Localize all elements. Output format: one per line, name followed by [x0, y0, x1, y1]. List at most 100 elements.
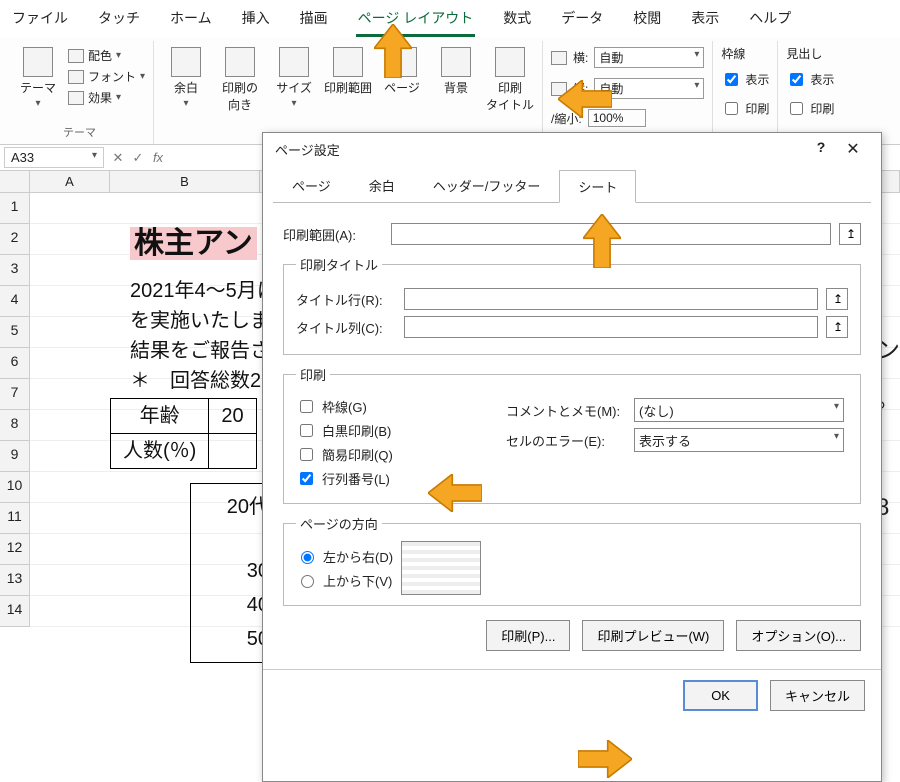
print-preview-button[interactable]: 印刷プレビュー(W): [582, 620, 724, 651]
annotation-arrow-icon: [428, 474, 482, 512]
row-header[interactable]: 12: [0, 534, 30, 565]
ok-button[interactable]: OK: [683, 680, 758, 711]
fx-icon[interactable]: fx: [148, 150, 168, 165]
gridlines-header: 枠線: [721, 45, 745, 62]
comments-select[interactable]: (なし)▾: [634, 398, 844, 422]
range-picker-button[interactable]: ↥: [826, 316, 848, 338]
tab-data[interactable]: データ: [559, 4, 605, 37]
annotation-arrow-icon: [575, 222, 629, 260]
bw-check[interactable]: 白黒印刷(B): [296, 421, 476, 440]
close-button[interactable]: ✕: [833, 139, 873, 159]
tab-page[interactable]: ページ: [273, 169, 350, 202]
headings-view-check[interactable]: 表示: [786, 68, 834, 91]
print-area-label: 印刷範囲(A):: [283, 225, 383, 244]
effects-icon: [68, 91, 84, 105]
headings-print-check[interactable]: 印刷: [786, 97, 834, 120]
tab-sheet[interactable]: シート: [559, 170, 636, 203]
draft-check[interactable]: 簡易印刷(Q): [296, 445, 476, 464]
print-titles-button[interactable]: 印刷 タイトル: [486, 45, 534, 113]
print-fieldset: 印刷 枠線(G) 白黒印刷(B) 簡易印刷(Q) 行列番号(L) コメントとメモ…: [283, 365, 861, 504]
arrows-h-icon: [551, 51, 567, 65]
gridlines-check[interactable]: 枠線(G): [296, 397, 476, 416]
help-button[interactable]: ?: [809, 139, 833, 159]
row-header[interactable]: 7: [0, 379, 30, 410]
name-box[interactable]: A33 ▾: [4, 147, 104, 168]
size-button[interactable]: サイズ▾: [270, 45, 318, 109]
range-picker-button[interactable]: ↥: [839, 223, 861, 245]
annotation-arrow-icon: [366, 32, 420, 70]
print-area-button[interactable]: 印刷範囲: [324, 45, 372, 96]
tab-insert[interactable]: 挿入: [240, 4, 272, 37]
comments-label: コメントとメモ(M):: [506, 401, 626, 420]
effects-button[interactable]: 効果▾: [68, 87, 145, 108]
group-themes: テーマ ▾ 配色▾ フォント▾ 効果▾ テーマ: [6, 41, 154, 144]
tab-file[interactable]: ファイル: [10, 4, 70, 37]
margins-button[interactable]: 余白▾: [162, 45, 210, 109]
print-titles-icon: [495, 47, 525, 77]
size-icon: [279, 47, 309, 77]
tab-help[interactable]: ヘルプ: [747, 4, 793, 37]
col-header[interactable]: B: [110, 171, 260, 192]
group-label-themes: テーマ: [14, 122, 145, 144]
page-setup-dialog: ページ設定 ? ✕ ページ 余白 ヘッダー/フッター シート 印刷範囲(A): …: [262, 132, 882, 782]
dialog-tabs: ページ 余白 ヘッダー/フッター シート: [273, 169, 871, 203]
title-row-input[interactable]: [404, 288, 818, 310]
row-header[interactable]: 11: [0, 503, 30, 534]
row-header[interactable]: 10: [0, 472, 30, 503]
select-all-corner[interactable]: [0, 171, 30, 192]
tab-formulas[interactable]: 数式: [501, 4, 533, 37]
tab-header-footer[interactable]: ヘッダー/フッター: [414, 169, 560, 202]
tab-review[interactable]: 校閲: [631, 4, 663, 37]
gridlines-view-check[interactable]: 表示: [721, 68, 769, 91]
row-header[interactable]: 13: [0, 565, 30, 596]
print-area-icon: [333, 47, 363, 77]
options-button[interactable]: オプション(O)...: [736, 620, 861, 651]
dialog-title: ページ設定: [275, 140, 340, 159]
themes-label: テーマ: [20, 79, 56, 96]
errors-select[interactable]: 表示する▾: [634, 428, 844, 452]
margins-icon: [171, 47, 201, 77]
row-header[interactable]: 5: [0, 317, 30, 348]
width-label: 横:: [573, 49, 588, 66]
range-picker-button[interactable]: ↥: [826, 288, 848, 310]
row-header[interactable]: 8: [0, 410, 30, 441]
top-to-bottom-radio[interactable]: 上から下(V): [296, 571, 393, 590]
title-col-input[interactable]: [404, 316, 818, 338]
themes-icon: [23, 47, 53, 77]
row-header[interactable]: 6: [0, 348, 30, 379]
print-titles-legend: 印刷タイトル: [296, 255, 382, 274]
row-header[interactable]: 14: [0, 596, 30, 627]
cancel-button[interactable]: キャンセル: [770, 680, 865, 711]
page-order-preview-icon: [401, 541, 481, 595]
tab-view[interactable]: 表示: [689, 4, 721, 37]
tab-draw[interactable]: 描画: [298, 4, 330, 37]
page-order-legend: ページの方向: [296, 514, 382, 533]
row-header[interactable]: 3: [0, 255, 30, 286]
cancel-icon[interactable]: ✕: [108, 150, 128, 166]
background-button[interactable]: 背景: [432, 45, 480, 96]
fonts-icon: [68, 70, 84, 84]
col-header[interactable]: A: [30, 171, 110, 192]
themes-button[interactable]: テーマ ▾: [14, 45, 62, 109]
left-to-right-radio[interactable]: 左から右(D): [296, 547, 393, 566]
title-col-label: タイトル列(C):: [296, 318, 396, 337]
group-headings: 見出し 表示 印刷: [778, 41, 842, 144]
tab-touch[interactable]: タッチ: [96, 4, 142, 37]
enter-icon[interactable]: ✓: [128, 150, 148, 166]
row-header[interactable]: 4: [0, 286, 30, 317]
fonts-button[interactable]: フォント▾: [68, 66, 145, 87]
gridlines-print-check[interactable]: 印刷: [721, 97, 769, 120]
tab-margins[interactable]: 余白: [350, 169, 414, 202]
row-header[interactable]: 2: [0, 224, 30, 255]
headings-header: 見出し: [786, 45, 822, 62]
colors-button[interactable]: 配色▾: [68, 45, 145, 66]
page-order-fieldset: ページの方向 左から右(D) 上から下(V): [283, 514, 861, 606]
print-legend: 印刷: [296, 365, 330, 384]
width-select[interactable]: 自動 ▾: [594, 47, 704, 68]
row-header[interactable]: 1: [0, 193, 30, 224]
orientation-button[interactable]: 印刷の 向き: [216, 45, 264, 113]
tab-home[interactable]: ホーム: [168, 4, 214, 37]
row-header[interactable]: 9: [0, 441, 30, 472]
annotation-arrow-icon: [578, 740, 632, 778]
print-button[interactable]: 印刷(P)...: [486, 620, 570, 651]
